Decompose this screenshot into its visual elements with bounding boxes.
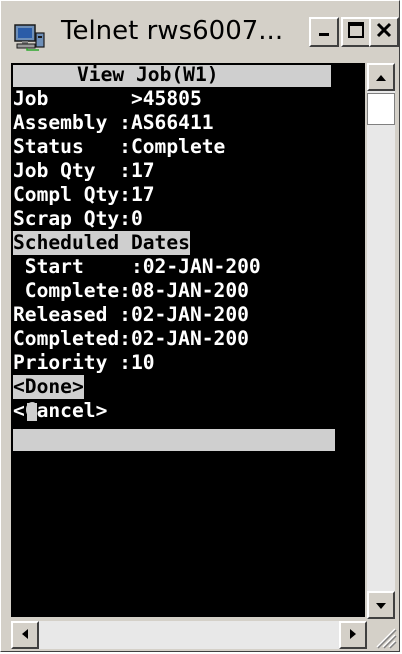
field-start-date: Start :02-JAN-200 xyxy=(13,255,261,278)
screen-header: View Job(W1) xyxy=(77,63,219,86)
section-scheduled-dates: Scheduled Dates xyxy=(13,231,190,255)
close-button[interactable] xyxy=(369,17,399,47)
telnet-window: Telnet rws6007... View Job(W1) Job >4580… xyxy=(0,0,400,652)
telnet-computer-icon xyxy=(13,21,47,51)
field-scrap-qty: Scrap Qty:0 xyxy=(13,207,143,230)
horizontal-scrollbar[interactable] xyxy=(11,621,367,649)
input-line[interactable] xyxy=(13,429,335,451)
close-icon xyxy=(375,21,393,43)
maximize-icon xyxy=(347,21,365,43)
scroll-left-button[interactable] xyxy=(11,621,39,649)
field-completed-date: Completed:02-JAN-200 xyxy=(13,327,249,350)
vertical-scroll-thumb[interactable] xyxy=(367,93,395,125)
maximize-button[interactable] xyxy=(341,17,371,47)
scroll-down-button[interactable] xyxy=(367,591,395,619)
field-assembly: Assembly :AS66411 xyxy=(13,111,214,134)
minimize-icon xyxy=(316,22,332,42)
scroll-up-button[interactable] xyxy=(367,63,395,91)
field-job: Job >45805 xyxy=(13,87,202,110)
terminal-cursor xyxy=(27,403,37,421)
minimize-button[interactable] xyxy=(309,17,339,47)
scroll-right-button[interactable] xyxy=(339,621,367,649)
arrow-down-icon xyxy=(374,596,388,615)
field-priority: Priority :10 xyxy=(13,351,155,374)
resize-grip-icon xyxy=(369,628,397,653)
vertical-scrollbar[interactable] xyxy=(367,63,395,619)
resize-grip[interactable] xyxy=(369,621,397,649)
arrow-right-icon xyxy=(348,626,358,645)
terminal-screen[interactable]: View Job(W1) Job >45805 Assembly :AS6641… xyxy=(11,63,365,617)
field-complete-date: Complete:08-JAN-200 xyxy=(13,279,249,302)
field-released-date: Released :02-JAN-200 xyxy=(13,303,249,326)
done-button[interactable]: <Done> xyxy=(13,375,84,399)
arrow-up-icon xyxy=(374,68,388,87)
window-title: Telnet rws6007... xyxy=(61,16,284,46)
field-status: Status :Complete xyxy=(13,135,226,158)
title-bar[interactable]: Telnet rws6007... xyxy=(5,5,399,61)
arrow-left-icon xyxy=(20,626,30,645)
field-job-qty: Job Qty :17 xyxy=(13,159,155,182)
field-compl-qty: Compl Qty:17 xyxy=(13,183,155,206)
